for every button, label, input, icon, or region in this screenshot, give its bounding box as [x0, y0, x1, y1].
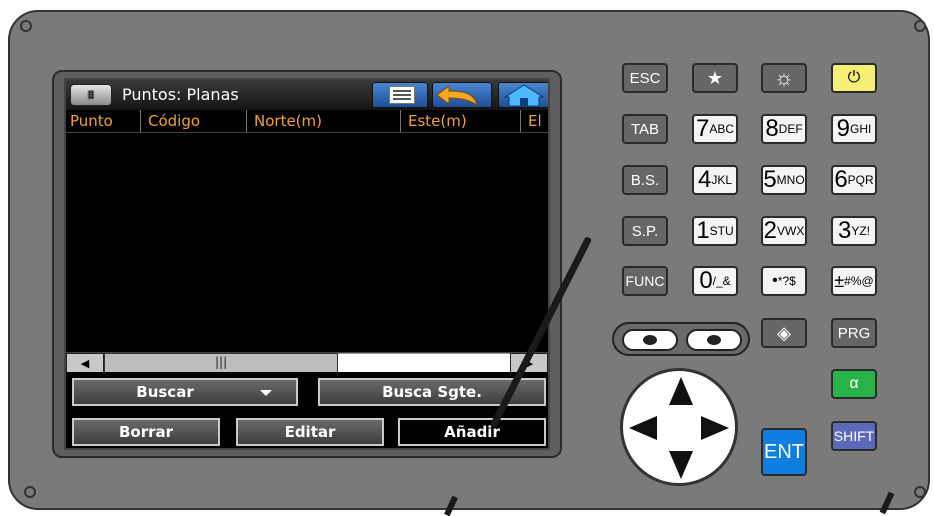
- dot-icon: [643, 335, 657, 345]
- column-header-codigo[interactable]: Código: [148, 112, 200, 130]
- arrow-right-icon[interactable]: [701, 416, 729, 440]
- title-bar: ⩩ Puntos: Planas: [66, 80, 548, 110]
- target-key[interactable]: ◈: [761, 318, 807, 348]
- backlight-key[interactable]: ☼: [761, 63, 807, 93]
- scroll-thumb[interactable]: |||: [104, 353, 338, 373]
- horizontal-scrollbar[interactable]: ◀ ||| ▶: [66, 352, 548, 373]
- screw-top-right: [914, 20, 926, 32]
- scroll-left-button[interactable]: ◀: [66, 353, 104, 373]
- buscar-button[interactable]: Buscar: [72, 378, 298, 406]
- key-3[interactable]: 3 YZ!: [831, 216, 877, 246]
- key-1[interactable]: 1 STU: [692, 216, 738, 246]
- soft-key-left[interactable]: [622, 329, 678, 351]
- sp-key[interactable]: S.P.: [622, 216, 668, 246]
- column-divider: [400, 110, 401, 132]
- shift-key[interactable]: SHIFT: [831, 421, 877, 451]
- buscar-label: Buscar: [136, 383, 194, 401]
- borrar-button[interactable]: Borrar: [72, 418, 220, 446]
- enter-key[interactable]: ENT: [761, 428, 807, 476]
- key-4[interactable]: 4 JKL: [692, 165, 738, 195]
- key-9[interactable]: 9 GHI: [831, 114, 877, 144]
- column-divider: [246, 110, 247, 132]
- key-plusminus[interactable]: ± #%@: [831, 266, 877, 296]
- esc-key[interactable]: ESC: [622, 63, 668, 93]
- key-2[interactable]: 2 VWX: [761, 216, 807, 246]
- key-7[interactable]: 7 ABC: [692, 114, 738, 144]
- menu-icon: ⩩: [87, 87, 95, 103]
- arrow-down-icon[interactable]: [669, 451, 693, 479]
- scroll-track[interactable]: [338, 354, 510, 372]
- soft-key-right[interactable]: [686, 329, 742, 351]
- column-header-este[interactable]: Este(m): [408, 112, 467, 130]
- button-row-top: Buscar Busca Sgte.: [66, 372, 548, 412]
- key-8[interactable]: 8 DEF: [761, 114, 807, 144]
- star-key[interactable]: ★: [692, 63, 738, 93]
- column-header-punto[interactable]: Punto: [70, 112, 113, 130]
- column-header-norte[interactable]: Norte(m): [254, 112, 322, 130]
- lcd-screen: ⩩ Puntos: Planas Punto Código Norte(m) E…: [64, 78, 550, 450]
- grip-icon: |||: [215, 355, 228, 369]
- anadir-button[interactable]: Añadir: [398, 418, 546, 446]
- list-icon: [389, 86, 415, 104]
- soft-key-pair: [612, 322, 750, 356]
- back-button[interactable]: [432, 82, 492, 108]
- power-key[interactable]: ⏻: [831, 63, 877, 93]
- column-header-el[interactable]: El: [528, 112, 542, 130]
- dot-icon: [707, 335, 721, 345]
- screw-bottom-right: [914, 486, 926, 498]
- tab-key[interactable]: TAB: [622, 114, 668, 144]
- key-5[interactable]: 5 MNO: [761, 165, 807, 195]
- editar-label: Editar: [284, 423, 336, 441]
- back-arrow-icon: [436, 85, 478, 107]
- dropdown-arrow-icon: [260, 390, 272, 396]
- key-0[interactable]: 0/_&: [692, 266, 738, 296]
- list-view-button[interactable]: [372, 82, 428, 108]
- column-divider: [520, 110, 521, 132]
- alpha-key[interactable]: α: [831, 369, 877, 399]
- column-divider: [140, 110, 141, 132]
- screw-top-left: [20, 20, 32, 32]
- editar-button[interactable]: Editar: [236, 418, 384, 446]
- bs-key[interactable]: B.S.: [622, 165, 668, 195]
- arrow-left-icon[interactable]: [629, 416, 657, 440]
- table-header: Punto Código Norte(m) Este(m) El: [66, 110, 548, 133]
- page-title: Puntos: Planas: [122, 85, 239, 104]
- prg-key[interactable]: PRG: [831, 318, 877, 348]
- busca-sgte-label: Busca Sgte.: [382, 383, 482, 401]
- home-icon: [503, 84, 545, 107]
- menu-button[interactable]: ⩩: [70, 84, 112, 106]
- button-row-bottom: Borrar Editar Añadir: [66, 412, 548, 448]
- key-dot[interactable]: • *?$: [761, 266, 807, 296]
- borrar-label: Borrar: [118, 423, 174, 441]
- direction-pad: [620, 368, 738, 486]
- home-button[interactable]: [498, 82, 548, 108]
- arrow-up-icon[interactable]: [669, 377, 693, 405]
- key-6[interactable]: 6 PQR: [831, 165, 877, 195]
- func-key[interactable]: FUNC: [622, 266, 668, 296]
- screw-bottom-left: [24, 486, 36, 498]
